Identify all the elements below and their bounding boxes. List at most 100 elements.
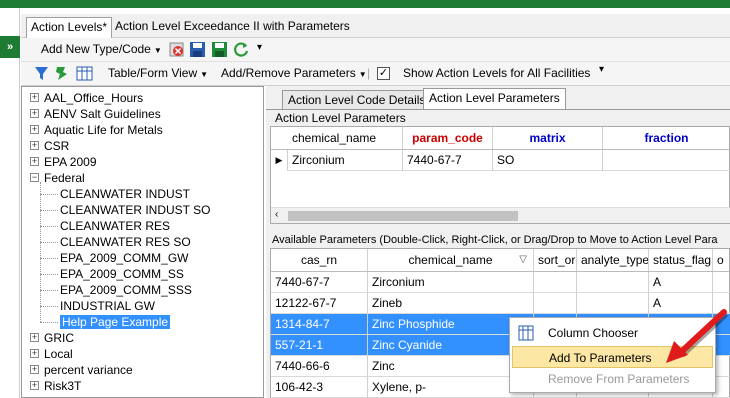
column-header-param-code[interactable]: param_code (403, 127, 493, 149)
toolbar-overflow-icon[interactable]: ▾ (257, 42, 262, 53)
show-all-facilities-checkbox[interactable]: ✓ (377, 67, 390, 80)
alp-cell-chemical-name[interactable]: Zirconium (288, 150, 403, 171)
action-level-parameters-header: Action Level Parameters (275, 111, 406, 125)
chemical-name-cell[interactable]: Zineb (368, 293, 534, 314)
column-header-chemical-name[interactable]: chemical_name ▽ (368, 249, 534, 271)
tree-item-label: EPA_2009_COMM_SS (60, 267, 184, 281)
tree-item-label: Federal (44, 171, 85, 185)
scroll-left-icon[interactable]: ‹ (275, 209, 278, 220)
expand-panel-icon[interactable]: » (0, 36, 20, 58)
expand-node-icon[interactable]: + (30, 381, 39, 390)
tree-item[interactable]: CLEANWATER INDUST (60, 186, 190, 202)
tree-item[interactable]: percent variance (44, 362, 133, 378)
tree-connector-line (40, 322, 58, 323)
tree-connector-line (40, 258, 58, 259)
tree-item[interactable]: EPA_2009_COMM_SSS (60, 282, 192, 298)
filter-icon[interactable]: ▽ (519, 249, 527, 271)
cas-rn-cell[interactable]: 7440-66-6 (271, 356, 368, 377)
save-icon[interactable] (189, 41, 206, 58)
column-header-analyte-type[interactable]: analyte_type (577, 249, 649, 271)
toolbar-overflow-icon[interactable]: ▾ (599, 64, 604, 75)
scrollbar-thumb[interactable] (288, 211, 518, 221)
column-header-status-flag[interactable]: status_flag (649, 249, 713, 271)
cas-rn-cell[interactable]: 557-21-1 (271, 335, 368, 356)
column-header-cas-rn[interactable]: cas_rn (271, 249, 368, 271)
expand-node-icon[interactable]: + (30, 141, 39, 150)
tree-item-label: EPA_2009_COMM_SSS (60, 283, 192, 297)
horizontal-scrollbar[interactable]: ‹ (271, 207, 730, 223)
column-chooser-icon (518, 325, 534, 341)
cas-rn-cell[interactable]: 106-42-3 (271, 377, 368, 398)
tree-item[interactable]: Aquatic Life for Metals (44, 122, 163, 138)
tree-connector-line (40, 306, 58, 307)
title-bar (0, 0, 730, 8)
alp-cell-matrix[interactable]: SO (493, 150, 603, 171)
save-all-icon[interactable] (211, 41, 228, 58)
tree-item[interactable]: CLEANWATER RES SO (60, 234, 191, 250)
tree-item[interactable]: Help Page Example (60, 314, 171, 330)
analyte-type-cell[interactable] (577, 293, 649, 314)
tree-item-label: CLEANWATER INDUST (60, 187, 191, 201)
status-flag-cell[interactable]: A (649, 272, 713, 293)
tree-item-label: percent variance (44, 363, 133, 377)
cas-rn-cell[interactable]: 7440-67-7 (271, 272, 368, 293)
tab-action-level-parameters[interactable]: Action Level Parameters (423, 88, 566, 110)
tree-item[interactable]: EPA_2009_COMM_GW (60, 250, 189, 266)
analyte-type-cell[interactable] (577, 272, 649, 293)
pin-icon[interactable] (54, 65, 71, 82)
cas-rn-cell[interactable]: 12122-67-7 (271, 293, 368, 314)
tab-action-levels[interactable]: Action Levels* (26, 17, 113, 38)
tree-item[interactable]: GRIC (44, 330, 74, 346)
expand-node-icon[interactable]: + (30, 93, 39, 102)
tree-item[interactable]: AENV Salt Guidelines (44, 106, 161, 122)
filter-icon[interactable] (33, 65, 50, 82)
refresh-icon[interactable] (233, 41, 250, 58)
row-indicator-icon: ▶ (271, 150, 288, 171)
tree-item[interactable]: Local (44, 346, 73, 362)
tree-item[interactable]: CSR (44, 138, 69, 154)
show-all-facilities-label: Show Action Levels for All Facilities (403, 66, 591, 80)
tree-item[interactable]: Federal (44, 170, 85, 186)
column-layout-icon[interactable] (76, 65, 93, 82)
expand-node-icon[interactable]: + (30, 157, 39, 166)
column-header-sort-order[interactable]: sort_or (534, 249, 577, 271)
tree-item[interactable]: INDUSTRIAL GW (60, 298, 155, 314)
collapse-node-icon[interactable]: − (30, 173, 39, 182)
tree-item-label: Risk3T (44, 379, 82, 393)
cas-rn-cell[interactable]: 1314-84-7 (271, 314, 368, 335)
tree-item[interactable]: EPA 2009 (44, 154, 97, 170)
tree-item[interactable]: CLEANWATER RES (60, 218, 170, 234)
tree-item[interactable]: Risk3T (44, 378, 81, 394)
column-header-chemical-name[interactable]: chemical_name (288, 127, 403, 149)
delete-icon[interactable] (168, 41, 185, 58)
expand-node-icon[interactable]: + (30, 125, 39, 134)
column-chooser-label: Column Chooser (548, 326, 639, 340)
extra-cell[interactable] (713, 272, 730, 293)
remove-from-parameters-menu-item[interactable]: Remove From Parameters (512, 368, 713, 390)
tree-item[interactable]: CLEANWATER INDUST SO (60, 202, 210, 218)
expand-node-icon[interactable]: + (30, 349, 39, 358)
toolbar-separator: | (367, 66, 371, 80)
expand-node-icon[interactable]: + (30, 109, 39, 118)
column-header-matrix[interactable]: matrix (493, 127, 603, 149)
tree-item[interactable]: EPA_2009_COMM_SS (60, 266, 184, 282)
column-header-fraction[interactable]: fraction (603, 127, 730, 149)
tree-item[interactable]: AAL_Office_Hours (44, 90, 143, 106)
add-remove-parameters-button[interactable]: Add/Remove Parameters ▼ (221, 66, 367, 80)
tab-action-level-code-details[interactable]: Action Level Code Details (282, 90, 432, 110)
alp-cell-fraction[interactable] (603, 150, 730, 171)
chemical-name-cell[interactable]: Zirconium (368, 272, 534, 293)
document-tab-strip: Action Levels* Action Level Exceedance I… (21, 14, 730, 38)
tab-action-level-exceedance[interactable]: Action Level Exceedance II with Paramete… (111, 17, 354, 38)
expand-node-icon[interactable]: + (30, 333, 39, 342)
sort-order-cell[interactable] (534, 293, 577, 314)
action-level-parameters-grid: chemical_name param_code matrix fraction… (270, 126, 730, 224)
tree-item-label: CLEANWATER RES (60, 219, 171, 233)
sort-order-cell[interactable] (534, 272, 577, 293)
add-new-type-code-button[interactable]: Add New Type/Code ▼ (41, 42, 162, 56)
table-form-view-button[interactable]: Table/Form View ▼ (108, 66, 208, 80)
alp-cell-param-code[interactable]: 7440-67-7 (403, 150, 493, 171)
expand-node-icon[interactable]: + (30, 365, 39, 374)
tree-connector-line (40, 242, 58, 243)
column-header-extra[interactable]: o (713, 249, 730, 271)
